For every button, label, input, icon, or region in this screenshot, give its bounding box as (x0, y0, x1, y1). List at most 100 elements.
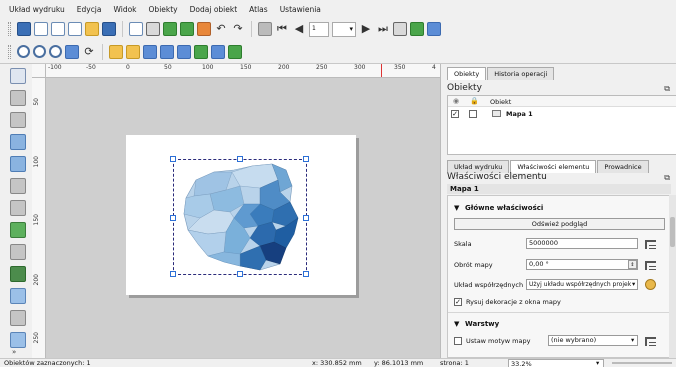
chevron-down-icon[interactable]: ▾ (596, 359, 599, 367)
resize-handle[interactable] (170, 156, 176, 162)
previous-feature-icon[interactable]: ◀ (292, 22, 306, 36)
layers-section[interactable]: Warstwy (465, 320, 499, 328)
map-item[interactable] (170, 156, 309, 277)
add-map-icon[interactable] (10, 134, 26, 150)
ungroup-items-icon[interactable] (160, 44, 174, 59)
zoom-out-icon[interactable] (33, 45, 46, 58)
first-feature-icon[interactable]: ⏮ (275, 22, 289, 36)
map-theme-dropdown[interactable]: (nie wybrano) (548, 335, 638, 346)
add-3d-map-icon[interactable] (10, 156, 26, 172)
zoom-full-icon[interactable] (65, 44, 79, 59)
next-feature-icon[interactable]: ▶ (359, 22, 373, 36)
menu-view[interactable]: Widok (108, 5, 143, 14)
add-legend-icon[interactable] (10, 222, 26, 238)
export-atlas-icon[interactable] (410, 22, 424, 36)
object-row[interactable]: ✓ Mapa 1 (448, 108, 676, 120)
resize-handle[interactable] (170, 271, 176, 277)
unlock-items-icon[interactable] (126, 44, 140, 59)
chevron-down-icon[interactable]: ▼ (454, 320, 459, 328)
open-template-icon[interactable] (85, 22, 99, 36)
spin-arrows-icon[interactable]: ⇕ (628, 260, 637, 269)
undo-icon[interactable]: ↶ (214, 22, 228, 36)
layout-page[interactable] (126, 135, 356, 295)
edit-nodes-icon[interactable] (10, 112, 26, 128)
tab-items[interactable]: Obiekty (447, 67, 487, 80)
refresh-preview-button[interactable]: Odśwież podgląd (454, 218, 665, 230)
properties-scrollbar[interactable] (669, 195, 676, 358)
print-icon[interactable] (146, 22, 160, 36)
add-label-icon[interactable] (10, 200, 26, 216)
more-tools-chevron-icon[interactable]: » (12, 348, 16, 356)
resize-handle[interactable] (170, 215, 176, 221)
menu-atlas[interactable]: Atlas (243, 5, 274, 14)
menu-add-item[interactable]: Dodaj obiekt (184, 5, 244, 14)
add-picture-icon[interactable] (10, 178, 26, 194)
save-template-icon[interactable] (102, 22, 116, 36)
chevron-down-icon[interactable]: ▾ (631, 336, 634, 344)
align-items-icon[interactable] (194, 44, 208, 59)
main-properties-section[interactable]: Główne właściwości (465, 204, 543, 212)
draw-decorations-checkbox[interactable]: ✓ (454, 298, 462, 306)
resize-handle[interactable] (303, 271, 309, 277)
save-icon[interactable] (17, 22, 31, 36)
scrollbar-thumb[interactable] (670, 217, 675, 247)
new-layout-icon[interactable] (34, 22, 48, 36)
follow-theme-checkbox[interactable] (454, 337, 462, 345)
lock-items-icon[interactable] (109, 44, 123, 59)
float-panel-icon[interactable]: ⧉ (664, 173, 670, 183)
redo-icon[interactable]: ↷ (231, 22, 245, 36)
chevron-down-icon[interactable]: ▾ (632, 280, 635, 288)
export-pdf-icon[interactable] (197, 22, 211, 36)
zoom-combo[interactable]: 33.2% (508, 359, 604, 367)
resize-handle[interactable] (303, 215, 309, 221)
select-move-icon[interactable] (10, 68, 26, 84)
toolbar-grip[interactable] (8, 44, 11, 59)
export-image-icon[interactable] (163, 22, 177, 36)
menu-items[interactable]: Obiekty (143, 5, 184, 14)
select-crs-icon[interactable] (645, 279, 656, 290)
raise-items-icon[interactable] (177, 44, 191, 59)
crs-dropdown[interactable]: Użyj układu współrzędnych projek (526, 279, 638, 290)
print-atlas-icon[interactable] (393, 22, 407, 36)
vertical-ruler[interactable]: 50 100 150 200 250 (32, 78, 46, 358)
float-panel-icon[interactable]: ⧉ (664, 84, 670, 94)
data-defined-override-icon[interactable] (645, 240, 656, 249)
resize-handle[interactable] (237, 156, 243, 162)
last-feature-icon[interactable]: ⏭ (376, 22, 390, 36)
add-polyline-icon[interactable] (10, 332, 26, 348)
distribute-items-icon[interactable] (211, 44, 225, 59)
menu-layout[interactable]: Układ wydruku (3, 5, 71, 14)
page-setup-icon[interactable] (129, 22, 143, 36)
add-shape-icon[interactable] (10, 266, 26, 282)
menu-edit[interactable]: Edycja (71, 5, 108, 14)
page-number-dropdown[interactable]: ▾ (332, 21, 356, 37)
zoom-100-icon[interactable] (49, 45, 62, 58)
add-marker-icon[interactable] (10, 288, 26, 304)
duplicate-layout-icon[interactable] (51, 22, 65, 36)
atlas-preview-icon[interactable] (258, 22, 272, 36)
chevron-down-icon[interactable]: ▼ (454, 204, 459, 212)
toolbar-grip[interactable] (8, 22, 11, 36)
menu-settings[interactable]: Ustawienia (274, 5, 327, 14)
visibility-checkbox[interactable]: ✓ (451, 110, 459, 118)
lock-checkbox[interactable] (469, 110, 477, 118)
atlas-settings-icon[interactable] (427, 22, 441, 36)
horizontal-ruler[interactable]: -100 -50 0 50 100 150 200 250 300 350 4 (46, 64, 440, 78)
data-defined-override-icon[interactable] (645, 337, 656, 346)
scale-input[interactable]: 5000000 (526, 238, 638, 249)
group-items-icon[interactable] (143, 44, 157, 59)
export-svg-icon[interactable] (180, 22, 194, 36)
zoom-in-icon[interactable] (17, 45, 30, 58)
rotation-spinbox[interactable]: 0,00 ° (526, 259, 638, 270)
tab-undo-history[interactable]: Historia operacji (487, 67, 555, 80)
add-polygon-icon[interactable] (10, 310, 26, 326)
move-content-icon[interactable] (10, 90, 26, 106)
page-number-input[interactable]: 1 (309, 21, 329, 37)
data-defined-override-icon[interactable] (645, 261, 656, 270)
refresh-view-icon[interactable]: ⟳ (82, 45, 96, 59)
resize-handle[interactable] (237, 271, 243, 277)
zoom-slider[interactable] (612, 362, 672, 364)
resize-items-icon[interactable] (228, 44, 242, 59)
layout-canvas[interactable] (46, 78, 440, 358)
layout-manager-icon[interactable] (68, 22, 82, 36)
